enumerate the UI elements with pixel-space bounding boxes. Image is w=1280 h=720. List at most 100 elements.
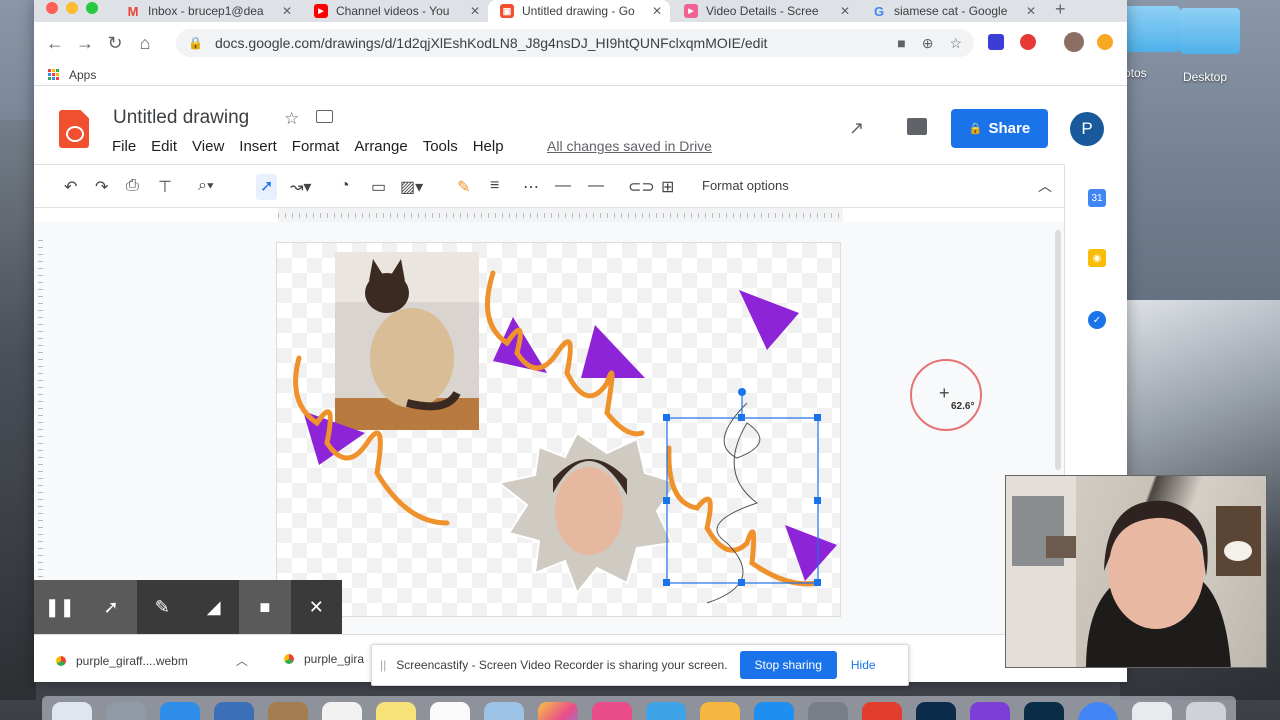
bookmark-star-icon[interactable]: ☆ — [949, 35, 962, 52]
close-tab-icon[interactable]: ✕ — [840, 4, 850, 18]
orange-squiggle[interactable] — [666, 445, 820, 587]
share-button[interactable]: 🔒 Share — [951, 109, 1048, 148]
tab-siamese-cat[interactable]: G siamese cat - Google ✕ — [860, 0, 1044, 22]
minimize-window-button[interactable] — [66, 2, 78, 14]
acrobat-icon[interactable] — [862, 702, 902, 720]
notes-icon[interactable] — [376, 702, 416, 720]
siamese-cat-image[interactable] — [335, 252, 479, 430]
vertical-scrollbar[interactable] — [1055, 230, 1061, 470]
pointer-tool-icon[interactable]: ➚ — [85, 580, 137, 634]
document-title[interactable]: Untitled drawing — [113, 107, 249, 129]
camera-icon[interactable]: ■ — [897, 35, 905, 51]
format-options-button[interactable]: Format options — [702, 178, 789, 193]
finder-icon[interactable] — [52, 702, 92, 720]
print-icon[interactable]: ⎙ — [126, 177, 139, 195]
border-weight-icon[interactable]: ≡ — [490, 177, 499, 195]
menu-insert[interactable]: Insert — [239, 138, 277, 155]
system-preferences-icon[interactable] — [808, 702, 848, 720]
downloads-stack-icon[interactable] — [1132, 702, 1172, 720]
line-tool-icon[interactable]: ↝▾ — [290, 177, 311, 197]
menu-edit[interactable]: Edit — [151, 138, 177, 155]
tasks-icon[interactable]: ✓ — [1088, 311, 1106, 329]
stop-sharing-button[interactable]: Stop sharing — [739, 651, 837, 679]
drawing-canvas[interactable] — [276, 242, 841, 617]
desktop-folder-icon[interactable] — [1180, 8, 1240, 54]
maximize-window-button[interactable] — [86, 2, 98, 14]
purple-triangle[interactable] — [581, 325, 645, 378]
tab-untitled-drawing[interactable]: ▣ Untitled drawing - Go ✕ — [488, 0, 670, 22]
close-window-button[interactable] — [46, 2, 58, 14]
safari-icon[interactable] — [160, 702, 200, 720]
tab-inbox[interactable]: M Inbox - brucep1@dea ✕ — [114, 0, 300, 22]
save-status[interactable]: All changes saved in Drive — [547, 138, 712, 154]
redo-icon[interactable]: ↷ — [95, 177, 108, 197]
update-icon[interactable] — [1097, 34, 1113, 50]
comments-icon[interactable] — [907, 118, 927, 135]
extension-c-icon[interactable] — [988, 34, 1004, 50]
star-icon[interactable]: ☆ — [284, 109, 299, 129]
paint-format-icon[interactable]: ⊤ — [158, 177, 172, 197]
close-tab-icon[interactable]: ✕ — [1026, 4, 1036, 18]
account-avatar[interactable]: P — [1070, 112, 1104, 146]
hide-button[interactable]: Hide — [851, 658, 876, 672]
menu-help[interactable]: Help — [473, 138, 504, 155]
border-dash-icon[interactable]: ⋯ — [523, 177, 539, 197]
rotate-handle[interactable] — [738, 388, 746, 396]
reminders-icon[interactable] — [430, 702, 470, 720]
shape-tool-icon[interactable]: ◔ — [340, 177, 350, 195]
reload-icon[interactable]: ↻ — [100, 33, 130, 54]
menu-arrange[interactable]: Arrange — [354, 138, 407, 155]
purple-triangle[interactable] — [739, 290, 799, 350]
close-tab-icon[interactable]: ✕ — [652, 4, 662, 18]
back-icon[interactable]: ← — [40, 33, 70, 54]
select-tool-icon[interactable]: ➚ — [256, 174, 278, 200]
photos-icon[interactable] — [538, 702, 578, 720]
launchpad-icon[interactable] — [106, 702, 146, 720]
forward-icon[interactable]: → — [70, 33, 100, 54]
drag-handle-icon[interactable]: || — [380, 658, 386, 672]
pause-icon[interactable]: ❚❚ — [34, 580, 86, 634]
calendar-icon[interactable]: 31 — [1088, 189, 1106, 207]
collapse-toolbar-icon[interactable]: ︿ — [1038, 176, 1052, 196]
activity-trend-icon[interactable]: ↗ — [849, 118, 864, 139]
close-recorder-icon[interactable]: ✕ — [291, 580, 342, 634]
webcam-snapshot-starburst[interactable] — [496, 431, 679, 595]
chrome-icon[interactable] — [1078, 702, 1118, 720]
move-to-folder-icon[interactable] — [316, 110, 333, 123]
profile-avatar[interactable] — [1064, 32, 1084, 52]
undo-icon[interactable]: ↶ — [64, 177, 77, 197]
imovie-icon[interactable] — [970, 702, 1010, 720]
menu-file[interactable]: File — [112, 138, 136, 155]
new-tab-button[interactable]: + — [1055, 0, 1066, 18]
line-start-icon[interactable]: — — [555, 177, 571, 195]
menu-format[interactable]: Format — [292, 138, 340, 155]
tab-channel-videos[interactable]: ▶ Channel videos - You ✕ — [302, 0, 488, 22]
desktop-folder-icon[interactable] — [1120, 6, 1180, 52]
photoshop-icon[interactable] — [916, 702, 956, 720]
link-icon[interactable]: ⊂⊃ — [628, 177, 655, 197]
pen-tool-icon[interactable]: ✎ — [137, 580, 188, 634]
messages-icon[interactable] — [646, 702, 686, 720]
eraser-tool-icon[interactable]: ◢ — [188, 580, 239, 634]
menu-tools[interactable]: Tools — [423, 138, 458, 155]
image-icon[interactable]: ▨▾ — [400, 177, 423, 197]
apps-bookmark[interactable]: Apps — [69, 68, 96, 82]
lightroom-icon[interactable] — [1024, 702, 1064, 720]
maps-icon[interactable] — [484, 702, 524, 720]
text-box-icon[interactable]: ▭ — [371, 177, 386, 197]
download-item[interactable]: purple_gira — [284, 652, 364, 666]
home-icon[interactable]: ⌂ — [130, 33, 160, 54]
line-end-icon[interactable]: — — [588, 177, 604, 195]
contacts-icon[interactable] — [268, 702, 308, 720]
purple-triangle[interactable] — [785, 525, 837, 581]
tab-video-details[interactable]: ▶ Video Details - Scree ✕ — [672, 0, 858, 22]
music-icon[interactable] — [592, 702, 632, 720]
mail-icon[interactable] — [214, 702, 254, 720]
ibooks-icon[interactable] — [700, 702, 740, 720]
zoom-icon[interactable]: ⌕▾ — [198, 177, 214, 195]
trash-icon[interactable] — [1186, 702, 1226, 720]
calendar-icon[interactable] — [322, 702, 362, 720]
screencastify-extension-icon[interactable] — [1020, 34, 1036, 50]
pen-scribble[interactable] — [706, 402, 761, 604]
app-store-icon[interactable] — [754, 702, 794, 720]
